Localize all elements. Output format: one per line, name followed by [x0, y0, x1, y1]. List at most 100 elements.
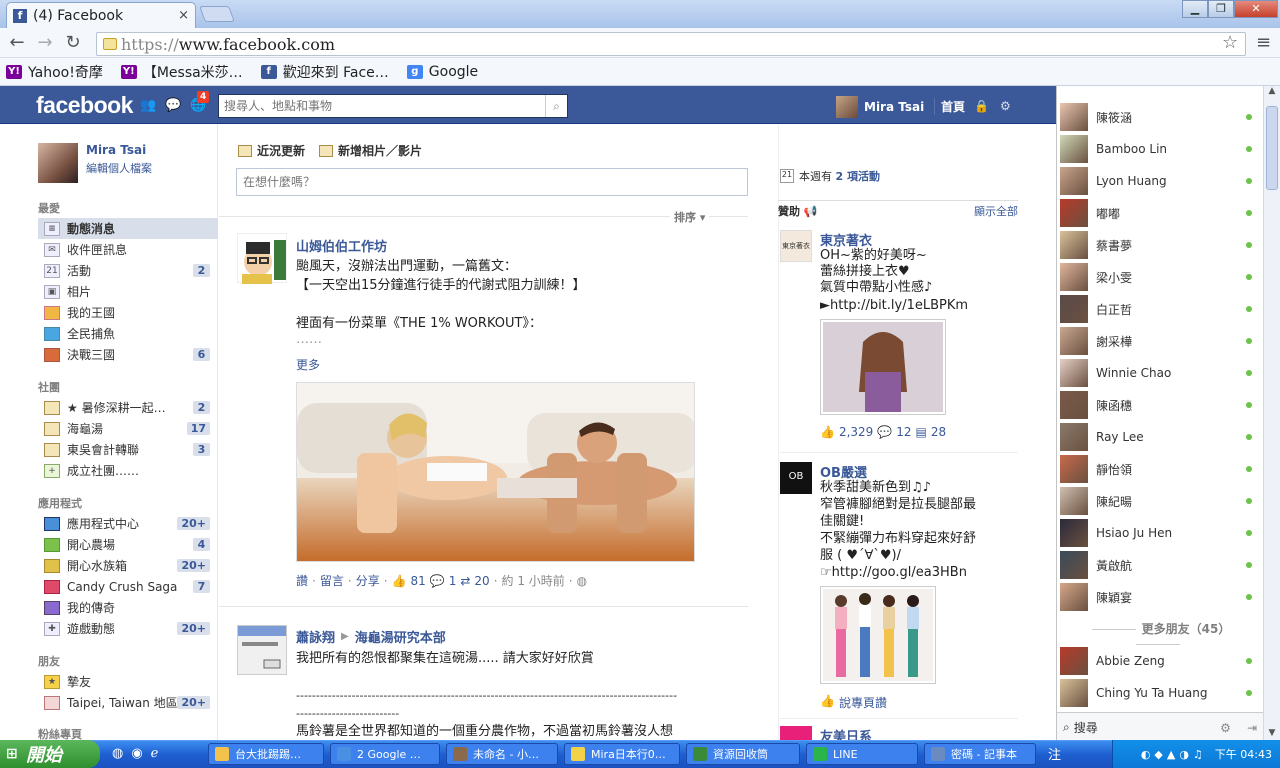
bookmark-item[interactable]: f 歡迎來到 Face… [260, 62, 389, 82]
chat-friend-item[interactable]: 嘟嘟 [1060, 199, 1252, 227]
chat-friend-item[interactable]: 陳函穗 [1060, 391, 1252, 419]
gear-icon[interactable]: ⚙ [1000, 99, 1011, 113]
chat-friend-item[interactable]: 陳紀暘 [1060, 487, 1252, 515]
tab-close-icon[interactable]: × [178, 8, 189, 23]
sidebar-item-messages[interactable]: ✉ 收件匣訊息 [38, 239, 218, 260]
sidebar-item-group[interactable]: 東吳會計轉聯 3 [38, 439, 218, 460]
ad-share-count[interactable]: 28 [931, 425, 946, 439]
like-count[interactable]: 81 [410, 574, 425, 588]
sidebar-item-group[interactable]: 海龜湯 17 [38, 418, 218, 439]
ad-like-count[interactable]: 2,329 [839, 425, 873, 439]
post-author-name[interactable]: 蕭詠翔 [296, 627, 335, 646]
sidebar-item-fishing[interactable]: 全民捕魚 [38, 323, 218, 344]
post-author-name[interactable]: 山姆伯伯工作坊 [296, 236, 387, 255]
chat-friend-item[interactable]: 白正哲 [1060, 295, 1252, 323]
ad-logo[interactable]: OB [780, 462, 812, 494]
sidebar-item-app-center[interactable]: 應用程式中心 20+ [38, 513, 218, 534]
chat-friend-item[interactable]: Lyon Huang [1060, 167, 1252, 195]
scroll-up-icon[interactable]: ▲ [1266, 86, 1278, 100]
profile-name[interactable]: Mira Tsai [86, 143, 152, 157]
chat-friend-item[interactable]: 陳筱涵 [1060, 103, 1252, 131]
new-tab-button[interactable] [199, 6, 235, 22]
home-link[interactable]: 首頁 [934, 98, 965, 115]
post-timestamp[interactable]: 約 1 小時前 [502, 572, 565, 589]
forward-icon[interactable]: → [34, 32, 56, 54]
sidebar-item-events[interactable]: 21 活動 2 [38, 260, 218, 281]
sidebar-item-group[interactable]: ★ 暑修深耕一起… 2 [38, 397, 218, 418]
address-bar[interactable]: https:// www.facebook.com [96, 32, 1246, 56]
chat-friend-item[interactable]: 黃啟航 [1060, 551, 1252, 579]
ad-comment-count[interactable]: 12 [896, 425, 911, 439]
see-more-link[interactable]: 更多 [296, 356, 320, 373]
bookmark-item[interactable]: g Google [406, 64, 478, 80]
ad-link[interactable]: ☞http://goo.gl/ea3HBn [820, 565, 967, 581]
chat-friend-item[interactable]: 蔡書夢 [1060, 231, 1252, 259]
taskbar-button[interactable]: LINE [806, 743, 918, 765]
sidebar-item-close-friends[interactable]: ★ 摯友 [38, 671, 218, 692]
sidebar-item-photos[interactable]: ▣ 相片 [38, 281, 218, 302]
chat-search-input[interactable]: 搜尋 [1074, 719, 1220, 736]
chat-friend-item[interactable]: 靜怡領 [1060, 455, 1252, 483]
minimize-button[interactable]: ▁ [1182, 0, 1208, 18]
post-author-avatar[interactable] [237, 625, 287, 675]
status-input[interactable]: 在想什麼嗎？ [236, 168, 748, 196]
post-target-group[interactable]: 海龜湯研究本部 [355, 627, 446, 646]
friend-requests-icon[interactable]: 👥 [140, 98, 156, 113]
close-window-button[interactable]: ✕ [1234, 0, 1278, 18]
chat-friend-item[interactable]: Ray Lee [1060, 423, 1252, 451]
chat-friend-item[interactable]: Ching Yu Ta Huang [1060, 679, 1252, 707]
quick-launch[interactable]: ◍◉ℯ [112, 746, 166, 761]
ad-link[interactable]: ►http://bit.ly/1eLBPKm [820, 298, 968, 314]
sidebar-item-aquarium[interactable]: 開心水族箱 20+ [38, 555, 218, 576]
share-link[interactable]: 分享 [356, 572, 380, 589]
messages-icon[interactable]: 💬 [165, 98, 181, 113]
see-all-link[interactable]: 顯示全部 [974, 203, 1018, 219]
ad-logo[interactable]: 東京著衣 [780, 230, 812, 262]
popout-icon[interactable]: ⇥ [1247, 721, 1257, 735]
comment-link[interactable]: 留言 [320, 572, 344, 589]
tab-status-update[interactable]: 近況更新 [238, 142, 305, 159]
search-input[interactable] [219, 95, 545, 117]
gear-icon[interactable]: ⚙ [1220, 721, 1231, 735]
header-profile-link[interactable]: Mira Tsai [836, 96, 924, 118]
sidebar-item-location[interactable]: Taipei, Taiwan 地區 20+ [38, 692, 218, 713]
clock[interactable]: 下午 04:43 [1215, 746, 1272, 762]
ad-image[interactable] [820, 586, 936, 684]
sort-menu[interactable]: 排序 ▾ [670, 209, 710, 225]
like-link[interactable]: 讚 [296, 572, 308, 589]
sidebar-item-news-feed[interactable]: ≡ 動態消息 [38, 218, 218, 239]
chat-friend-item[interactable]: 陳穎宴 [1060, 583, 1252, 611]
ad-image[interactable] [820, 319, 946, 415]
tab-add-photo[interactable]: 新增相片／影片 [319, 142, 422, 159]
events-reminder[interactable]: 21 本週有 2 項活動 [780, 168, 880, 184]
ad-like-page[interactable]: 👍 說專頁讚 [820, 694, 887, 711]
ad-title[interactable]: 東京著衣 [820, 230, 872, 249]
browser-tab[interactable]: f (4) Facebook × [6, 2, 196, 28]
taskbar-button[interactable]: 台大批踢踢… [208, 743, 324, 765]
taskbar-button[interactable]: 2 Google … [330, 743, 440, 765]
facebook-logo[interactable]: facebook [36, 92, 133, 119]
like-page-link[interactable]: 說專頁讚 [839, 694, 887, 711]
chat-scrollbar[interactable]: ▲ ▼ [1263, 86, 1280, 744]
chat-friend-item[interactable]: 梁小雯 [1060, 263, 1252, 291]
reload-icon[interactable]: ↻ [62, 32, 84, 54]
sidebar-item-three-kingdoms[interactable]: 決戰三國 6 [38, 344, 218, 365]
chrome-menu-icon[interactable]: ≡ [1256, 32, 1271, 53]
edit-profile-link[interactable]: 編輯個人檔案 [86, 160, 152, 176]
chat-friend-item[interactable]: Winnie Chao [1060, 359, 1252, 387]
sidebar-item-candy-crush[interactable]: Candy Crush Saga 7 [38, 576, 218, 597]
events-count-link[interactable]: 2 項活動 [836, 168, 880, 184]
bookmark-item[interactable]: Y! Yahoo!奇摩 [6, 62, 103, 82]
sidebar-item-game-feed[interactable]: ✚ 遊戲動態 20+ [38, 618, 218, 639]
sidebar-item-kingdom[interactable]: 我的王國 [38, 302, 218, 323]
start-button[interactable]: ⊞ 開始 [0, 740, 100, 768]
ad-logo[interactable] [780, 726, 812, 740]
bookmark-item[interactable]: Y! 【Messa米莎… [120, 62, 243, 82]
search-icon[interactable]: ⌕ [545, 95, 567, 117]
ime-indicator[interactable]: 注 [1048, 744, 1061, 763]
scroll-thumb[interactable] [1266, 106, 1278, 190]
taskbar-button[interactable]: 密碼 - 記事本 [924, 743, 1036, 765]
ad-title[interactable]: OB嚴選 [820, 462, 867, 481]
comment-count[interactable]: 1 [449, 574, 457, 588]
privacy-icon[interactable]: 🔒 [974, 99, 989, 113]
